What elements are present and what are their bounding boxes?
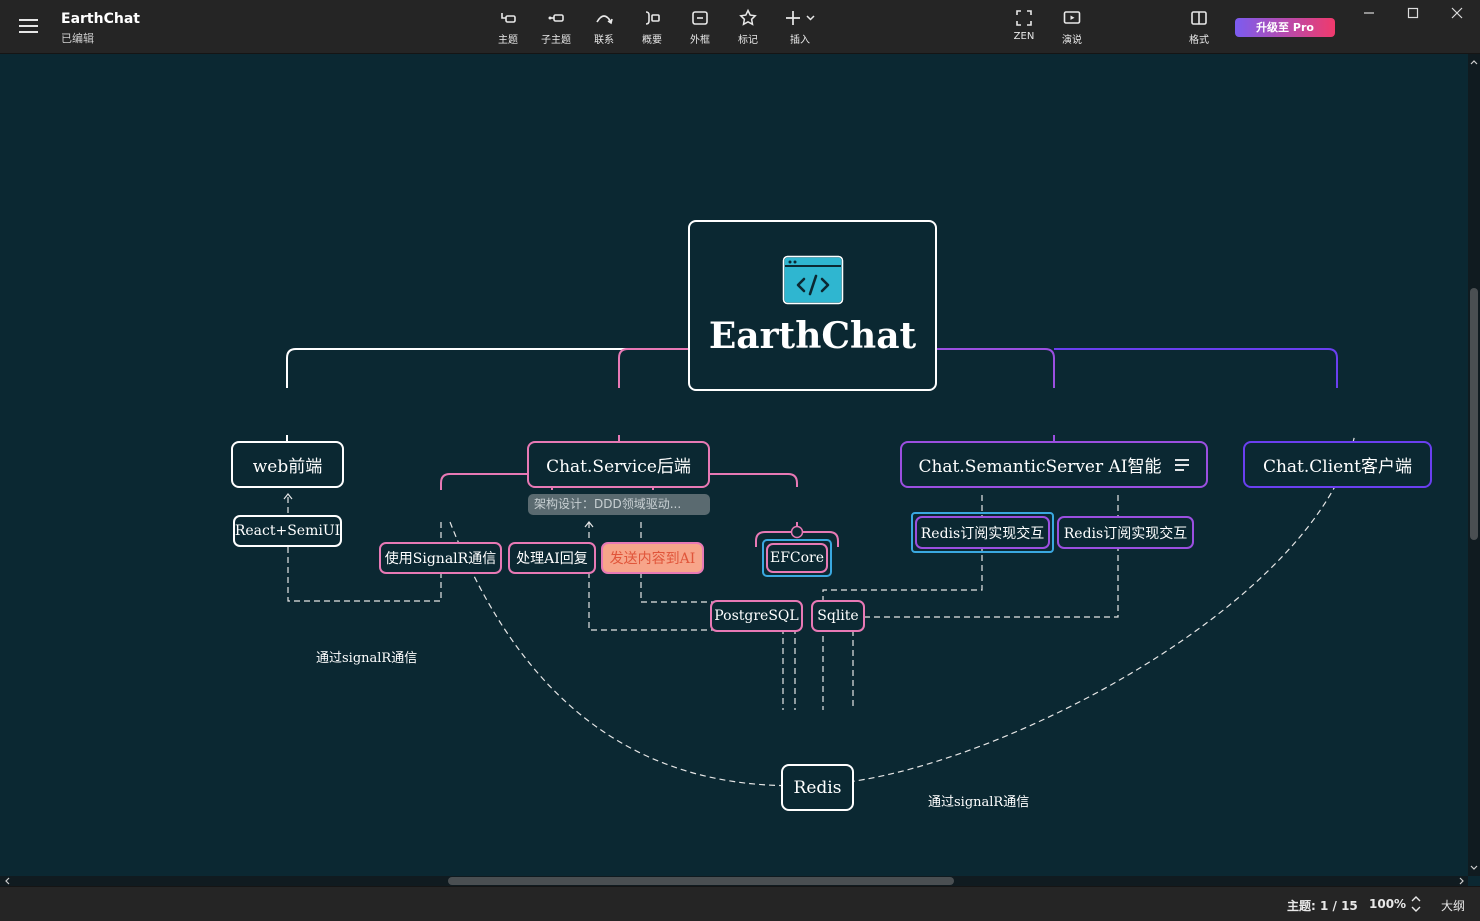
relation-label[interactable]: 通过signalR通信	[926, 791, 1032, 810]
topic-button[interactable]: 主题	[484, 8, 532, 46]
relation-icon	[596, 15, 613, 25]
topic-efcore[interactable]: EFCore	[766, 543, 828, 573]
plus-dropdown-icon	[786, 11, 815, 25]
topic-redis-subscribe-1[interactable]: Redis订阅实现交互	[915, 516, 1050, 549]
redis-selection-frame[interactable]: Redis订阅实现交互	[911, 512, 1054, 553]
outline-button[interactable]: 大纲	[1441, 897, 1465, 914]
topic-semantic-server[interactable]: Chat.SemanticServer AI智能	[900, 441, 1208, 488]
scroll-down-icon[interactable]	[1468, 862, 1480, 874]
topic-count: 主题: 1 / 15	[1287, 899, 1358, 913]
topic-redis[interactable]: Redis	[781, 764, 854, 811]
boundary-icon	[692, 11, 708, 25]
vertical-scrollbar[interactable]	[1468, 54, 1480, 876]
topic-react-semiui[interactable]: React+SemiUI	[233, 515, 342, 547]
present-button[interactable]: 演说	[1048, 8, 1096, 46]
play-screen-icon	[1063, 11, 1081, 24]
relation-button[interactable]: 联系	[580, 8, 628, 46]
summary-button[interactable]: 概要	[628, 8, 676, 46]
topic-handle-ai-reply[interactable]: 处理AI回复	[508, 542, 596, 574]
topic-sqlite[interactable]: Sqlite	[811, 600, 865, 632]
root-topic[interactable]: EarthChat	[688, 220, 937, 391]
topic-redis-subscribe-2[interactable]: Redis订阅实现交互	[1057, 516, 1194, 549]
topic-icon	[501, 13, 516, 23]
zoom-level[interactable]: 100%	[1369, 897, 1406, 911]
summary-label[interactable]: 架构设计：DDD领域驱动...	[528, 494, 710, 515]
edit-status: 已编辑	[61, 32, 94, 45]
format-button[interactable]: 格式	[1175, 8, 1223, 46]
topic-send-to-ai[interactable]: 发送内容到AI	[601, 542, 704, 574]
top-toolbar: EarthChat 已编辑 主题 子主题 联系 概要 外框 标记 插入 ZEN …	[0, 0, 1480, 54]
mindmap-canvas[interactable]: EarthChat web前端 Chat.Service后端 Chat.Sema…	[0, 54, 1468, 876]
horizontal-scroll-thumb[interactable]	[448, 877, 954, 885]
summary-icon	[645, 11, 660, 25]
vertical-scroll-thumb[interactable]	[1470, 288, 1478, 540]
efcore-selection-frame[interactable]: EFCore	[762, 539, 832, 577]
topic-use-signalr[interactable]: 使用SignalR通信	[379, 542, 502, 574]
document-title: EarthChat	[61, 11, 140, 27]
marker-button[interactable]: 标记	[724, 8, 772, 46]
insert-button[interactable]: 插入	[776, 8, 824, 46]
maximize-icon[interactable]	[1401, 4, 1425, 22]
fullscreen-icon	[1016, 10, 1032, 26]
star-icon	[739, 8, 757, 26]
hamburger-menu-icon[interactable]	[19, 19, 38, 34]
minimize-icon[interactable]	[1357, 4, 1381, 22]
subtopic-icon	[548, 14, 564, 22]
upgrade-pro-button[interactable]: 升级至 Pro	[1235, 18, 1335, 37]
subtopic-button[interactable]: 子主题	[532, 8, 580, 46]
note-lines-icon[interactable]	[1174, 458, 1190, 472]
relation-label[interactable]: 通过signalR通信	[314, 647, 420, 666]
zoom-stepper-icon[interactable]	[1410, 895, 1422, 913]
topic-chat-service[interactable]: Chat.Service后端	[527, 441, 710, 488]
boundary-button[interactable]: 外框	[676, 8, 724, 46]
topic-postgresql[interactable]: PostgreSQL	[710, 600, 803, 632]
status-bar: 主题: 1 / 15 100% 大纲	[0, 886, 1480, 921]
close-icon[interactable]	[1445, 4, 1469, 22]
panel-icon	[1191, 11, 1207, 25]
code-window-icon	[782, 255, 843, 304]
horizontal-scrollbar[interactable]	[0, 876, 1468, 886]
scroll-right-icon[interactable]	[1456, 876, 1466, 886]
scroll-up-icon[interactable]	[1468, 56, 1480, 68]
zen-button[interactable]: ZEN	[1000, 8, 1048, 42]
topic-chat-client[interactable]: Chat.Client客户端	[1243, 441, 1432, 488]
scroll-left-icon[interactable]	[3, 876, 13, 886]
topic-web-frontend[interactable]: web前端	[231, 441, 344, 488]
